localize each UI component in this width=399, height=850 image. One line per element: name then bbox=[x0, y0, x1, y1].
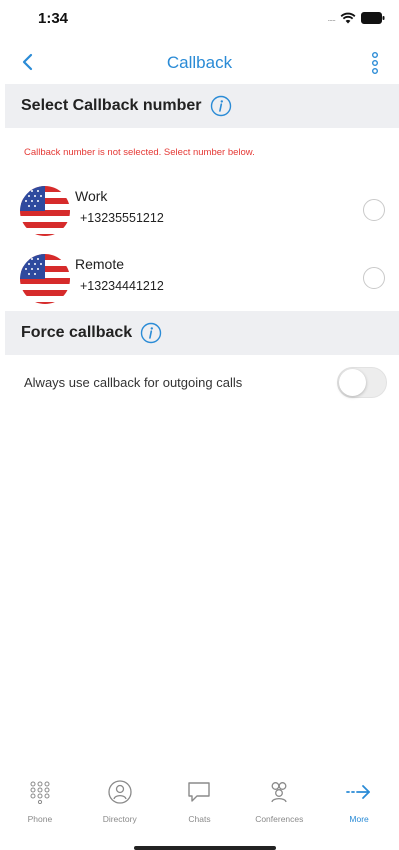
callback-section-header: Select Callback number bbox=[5, 84, 399, 128]
tab-label: More bbox=[349, 814, 369, 824]
tab-directory[interactable]: Directory bbox=[80, 778, 160, 830]
toggle-knob bbox=[339, 369, 366, 396]
callback-section-title: Select Callback number bbox=[21, 97, 202, 114]
info-icon[interactable] bbox=[210, 95, 232, 117]
callback-label: Work bbox=[75, 188, 108, 204]
chat-bubble-icon bbox=[184, 778, 214, 806]
status-icons: ..... bbox=[327, 12, 385, 24]
tab-label: Chats bbox=[188, 814, 211, 824]
status-bar: 1:34 ..... bbox=[0, 0, 399, 40]
force-callback-title: Force callback bbox=[21, 324, 133, 341]
info-icon[interactable] bbox=[140, 322, 162, 344]
directory-icon bbox=[105, 778, 135, 806]
conference-icon bbox=[264, 778, 294, 806]
tab-phone[interactable]: Phone bbox=[0, 778, 80, 830]
status-time: 1:34 bbox=[38, 10, 69, 27]
tab-label: Phone bbox=[27, 814, 53, 824]
battery-icon bbox=[361, 12, 385, 24]
tab-label: Conferences bbox=[255, 814, 304, 824]
us-flag-icon bbox=[18, 252, 72, 306]
callback-number: +13234441212 bbox=[80, 279, 164, 293]
radio-button-work[interactable] bbox=[363, 199, 385, 221]
tab-chats[interactable]: Chats bbox=[160, 778, 240, 830]
wifi-icon bbox=[340, 12, 356, 24]
page-title: Callback bbox=[166, 53, 233, 72]
signal-icon: ..... bbox=[327, 13, 335, 23]
tab-label: Directory bbox=[102, 814, 137, 824]
home-indicator bbox=[134, 846, 276, 850]
tab-conferences[interactable]: Conferences bbox=[239, 778, 319, 830]
arrow-right-icon bbox=[344, 778, 374, 806]
tab-more[interactable]: More bbox=[319, 778, 399, 830]
tab-bar: Phone Directory Chats Conferences More bbox=[0, 778, 399, 830]
callback-warning: Callback number is not selected. Select … bbox=[24, 147, 255, 158]
force-callback-label: Always use callback for outgoing calls bbox=[24, 375, 243, 390]
more-options-icon[interactable] bbox=[369, 50, 381, 76]
force-callback-toggle[interactable] bbox=[337, 367, 387, 398]
callback-number: +13235551212 bbox=[80, 211, 164, 225]
callback-label: Remote bbox=[75, 256, 125, 272]
callback-row-work[interactable]: Work +13235551212 bbox=[0, 178, 399, 240]
force-callback-section-header: Force callback bbox=[5, 311, 399, 355]
nav-bar: Callback bbox=[0, 44, 399, 82]
dialpad-icon bbox=[25, 778, 55, 806]
callback-row-remote[interactable]: Remote +13234441212 bbox=[0, 246, 399, 308]
us-flag-icon bbox=[18, 184, 72, 238]
radio-button-remote[interactable] bbox=[363, 267, 385, 289]
